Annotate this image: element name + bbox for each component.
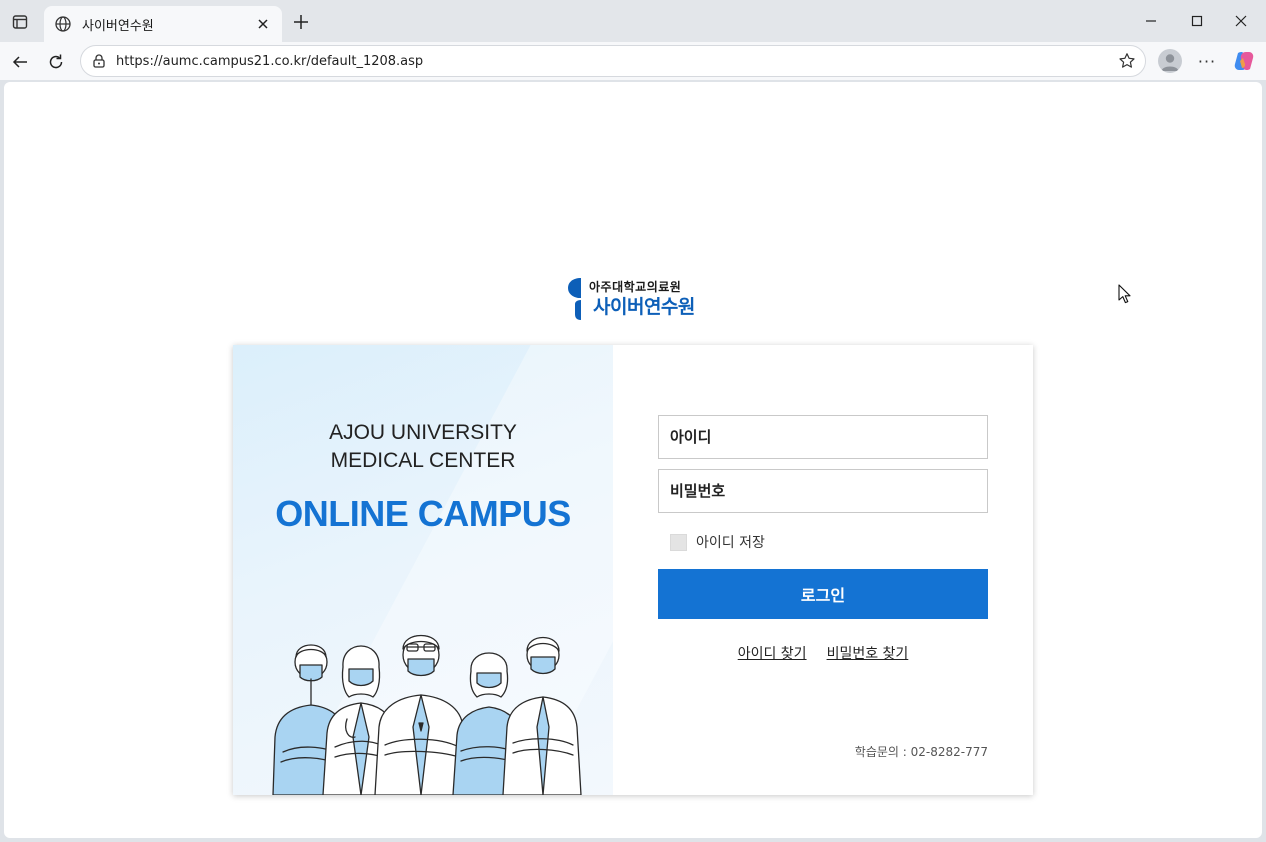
close-window-icon[interactable] (1218, 8, 1264, 34)
remember-id-label[interactable]: 아이디 저장 (696, 532, 765, 552)
password-input[interactable] (658, 469, 988, 513)
more-menu-icon[interactable]: ··· (1196, 49, 1218, 73)
find-id-link[interactable]: 아이디 찾기 (738, 643, 807, 663)
medical-staff-illustration (272, 635, 582, 795)
lock-icon[interactable] (91, 53, 107, 69)
site-logo[interactable]: 아주대학교의료원 사이버연수원 (567, 275, 707, 321)
find-account-links: 아이디 찾기 비밀번호 찾기 (658, 643, 988, 663)
address-toolbar: https://aumc.campus21.co.kr/default_1208… (0, 42, 1266, 80)
tab-title: 사이버연수원 (82, 18, 154, 34)
globe-icon (54, 15, 72, 33)
logo-mark-icon (568, 278, 581, 320)
hero-line-2: MEDICAL CENTER (330, 449, 516, 472)
minimize-icon[interactable] (1128, 8, 1174, 34)
close-icon[interactable] (254, 15, 272, 33)
mouse-cursor-icon (1118, 284, 1131, 304)
logo-site-name: 사이버연수원 (593, 296, 695, 318)
hero-panel: AJOU UNIVERSITY MEDICAL CENTER ONLINE CA… (233, 345, 613, 795)
reload-icon[interactable] (43, 49, 69, 75)
browser-tab[interactable]: 사이버연수원 (44, 6, 282, 42)
profile-icon[interactable] (1158, 49, 1182, 73)
hero-title: ONLINE CAMPUS (275, 493, 571, 534)
login-card: AJOU UNIVERSITY MEDICAL CENTER ONLINE CA… (233, 345, 1033, 795)
tab-strip: 사이버연수원 (0, 0, 1266, 42)
page-viewport: 아주대학교의료원 사이버연수원 AJOU UNIVERSITY MEDICAL … (4, 82, 1262, 838)
find-password-link[interactable]: 비밀번호 찾기 (827, 643, 909, 663)
back-icon[interactable] (7, 49, 33, 75)
maximize-icon[interactable] (1174, 8, 1220, 34)
address-bar[interactable]: https://aumc.campus21.co.kr/default_1208… (80, 45, 1146, 77)
password-field[interactable] (670, 482, 987, 500)
url-text[interactable]: https://aumc.campus21.co.kr/default_1208… (116, 54, 1117, 69)
login-button[interactable]: 로그인 (658, 569, 988, 619)
tab-actions-icon[interactable] (8, 10, 32, 34)
copilot-icon[interactable] (1232, 49, 1256, 73)
star-icon[interactable] (1117, 51, 1137, 71)
contact-info: 학습문의 : 02-8282-777 (854, 745, 988, 759)
hero-line-1: AJOU UNIVERSITY (329, 421, 517, 444)
user-id-field[interactable] (670, 428, 987, 446)
remember-id[interactable]: 아이디 저장 (670, 532, 765, 552)
plus-icon[interactable] (290, 11, 312, 33)
remember-id-checkbox[interactable] (670, 533, 687, 551)
user-id-input[interactable] (658, 415, 988, 459)
